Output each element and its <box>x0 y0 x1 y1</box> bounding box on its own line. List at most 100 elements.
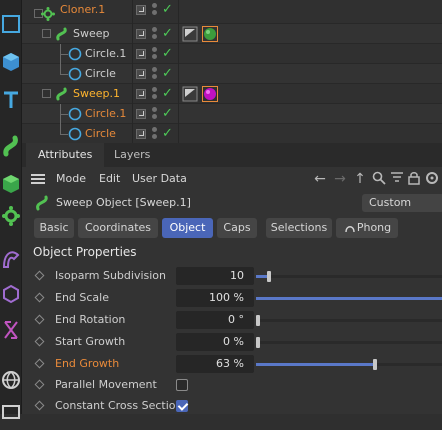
param-checkbox[interactable] <box>176 379 188 391</box>
enabled-check-icon[interactable]: ✓ <box>162 106 173 122</box>
subtab-object[interactable]: Object <box>162 218 213 238</box>
circle-spline-icon <box>68 107 82 121</box>
slider-fill <box>256 297 442 300</box>
param-value-field[interactable]: 0 % <box>176 333 254 351</box>
text-spline-icon[interactable] <box>0 82 22 118</box>
collapse-toggle[interactable] <box>42 89 51 98</box>
hamburger-menu-icon[interactable] <box>31 174 45 184</box>
tab-layers[interactable]: Layers <box>102 143 162 167</box>
cube-icon[interactable] <box>0 44 22 80</box>
param-checkbox[interactable] <box>176 400 188 412</box>
subtab-phong-label: Phong <box>356 221 392 234</box>
object-row-circle[interactable]: Circle ✓ <box>22 64 442 84</box>
param-slider[interactable] <box>256 315 442 326</box>
param-value-field[interactable]: 63 % <box>176 355 254 373</box>
slider-knob[interactable] <box>373 359 378 370</box>
visibility-dots-icon[interactable] <box>152 47 158 61</box>
object-row-circle-b[interactable]: Circle ✓ <box>22 124 442 144</box>
lock-icon[interactable] <box>406 171 422 187</box>
object-manager: Cloner.1 ✓ Sweep ✓ Circle.1 ✓ Circle ✓ S… <box>22 0 442 144</box>
back-arrow-icon[interactable]: ← <box>312 171 328 187</box>
subtab-selections[interactable]: Selections <box>266 218 332 238</box>
subtab-caps[interactable]: Caps <box>217 218 257 238</box>
forward-arrow-icon[interactable]: → <box>332 171 348 187</box>
sweep-object-icon <box>36 195 48 211</box>
cloner-tool-icon[interactable] <box>0 198 22 234</box>
visibility-dots-icon[interactable] <box>152 27 158 41</box>
collapse-toggle[interactable] <box>42 29 51 38</box>
param-slider[interactable] <box>256 271 442 282</box>
param-value-field[interactable]: 10 <box>176 267 254 285</box>
visibility-dots-icon[interactable] <box>152 107 158 121</box>
attributes-manager: Attributes Layers Mode Edit User Data ← … <box>22 143 442 414</box>
visibility-dots-icon[interactable] <box>152 127 158 141</box>
param-value-field[interactable]: 100 % <box>176 289 254 307</box>
object-row-circle-1-b[interactable]: Circle.1 ✓ <box>22 104 442 124</box>
up-arrow-icon[interactable]: ↑ <box>352 171 368 187</box>
slider-knob[interactable] <box>256 315 260 326</box>
visibility-dots-icon[interactable] <box>152 3 158 17</box>
menu-edit[interactable]: Edit <box>99 167 120 191</box>
cloner-icon <box>41 7 55 21</box>
keyframe-diamond-icon[interactable] <box>34 314 45 325</box>
editor-visibility-toggle[interactable] <box>136 5 146 15</box>
subtab-phong[interactable]: Phong <box>336 218 398 238</box>
param-slider[interactable] <box>256 297 442 300</box>
keyframe-diamond-icon[interactable] <box>34 292 45 303</box>
param-label: End Rotation <box>55 313 126 326</box>
enabled-check-icon[interactable]: ✓ <box>162 46 173 62</box>
enabled-check-icon[interactable]: ✓ <box>162 26 173 42</box>
editor-visibility-toggle[interactable] <box>136 29 146 39</box>
mode-dropdown[interactable]: Custom <box>362 194 442 212</box>
search-icon[interactable] <box>371 171 387 187</box>
param-value-field[interactable]: 0 ° <box>176 311 254 329</box>
sky-object-icon[interactable] <box>0 362 22 398</box>
rectangle-spline-icon[interactable] <box>0 0 22 36</box>
enabled-check-icon[interactable]: ✓ <box>162 2 173 18</box>
editor-visibility-toggle[interactable] <box>136 129 146 139</box>
param-label: End Scale <box>55 291 109 304</box>
material-tag-green-icon[interactable] <box>202 26 218 42</box>
object-row-cloner[interactable]: Cloner.1 ✓ <box>22 2 442 24</box>
keyframe-diamond-icon[interactable] <box>34 270 45 281</box>
editor-visibility-toggle[interactable] <box>136 69 146 79</box>
ffd-deformer-icon[interactable] <box>0 276 22 312</box>
slider-knob[interactable] <box>267 271 272 282</box>
slider-knob[interactable] <box>256 337 260 348</box>
enabled-check-icon[interactable]: ✓ <box>162 66 173 82</box>
manager-tabs: Attributes Layers <box>22 143 442 167</box>
editor-visibility-toggle[interactable] <box>136 49 146 59</box>
camera-icon[interactable] <box>0 394 22 430</box>
filter-icon[interactable] <box>389 171 405 187</box>
subtab-coordinates[interactable]: Coordinates <box>78 218 158 238</box>
object-row-sweep[interactable]: Sweep ✓ <box>22 24 442 44</box>
phong-tag-icon[interactable] <box>182 26 198 42</box>
enabled-check-icon[interactable]: ✓ <box>162 86 173 102</box>
keyframe-diamond-icon[interactable] <box>34 400 45 411</box>
settings-icon[interactable] <box>424 171 440 187</box>
keyframe-diamond-icon[interactable] <box>34 358 45 369</box>
keyframe-diamond-icon[interactable] <box>34 336 45 347</box>
object-row-circle-1[interactable]: Circle.1 ✓ <box>22 44 442 64</box>
tab-attributes[interactable]: Attributes <box>26 143 105 167</box>
material-tag-magenta-icon[interactable] <box>202 86 218 102</box>
visibility-dots-icon[interactable] <box>152 67 158 81</box>
sweep-icon <box>56 87 67 101</box>
param-slider[interactable] <box>256 359 442 370</box>
menu-mode[interactable]: Mode <box>56 167 86 191</box>
visibility-dots-icon[interactable] <box>152 87 158 101</box>
editor-visibility-toggle[interactable] <box>136 89 146 99</box>
menu-user-data[interactable]: User Data <box>132 167 187 191</box>
subtab-basic[interactable]: Basic <box>34 218 74 238</box>
enabled-check-icon[interactable]: ✓ <box>162 126 173 142</box>
twist-deformer-icon[interactable] <box>0 312 22 348</box>
keyframe-diamond-icon[interactable] <box>34 379 45 390</box>
param-end-rotation: End Rotation 0 ° <box>22 309 442 331</box>
editor-visibility-toggle[interactable] <box>136 109 146 119</box>
param-slider[interactable] <box>256 337 442 348</box>
phong-tag-icon[interactable] <box>182 86 198 102</box>
sweep-tool-icon[interactable] <box>0 128 22 164</box>
bend-deformer-icon[interactable] <box>0 240 22 276</box>
object-row-sweep-1[interactable]: Sweep.1 ✓ <box>22 84 442 104</box>
extrude-tool-icon[interactable] <box>0 166 22 202</box>
